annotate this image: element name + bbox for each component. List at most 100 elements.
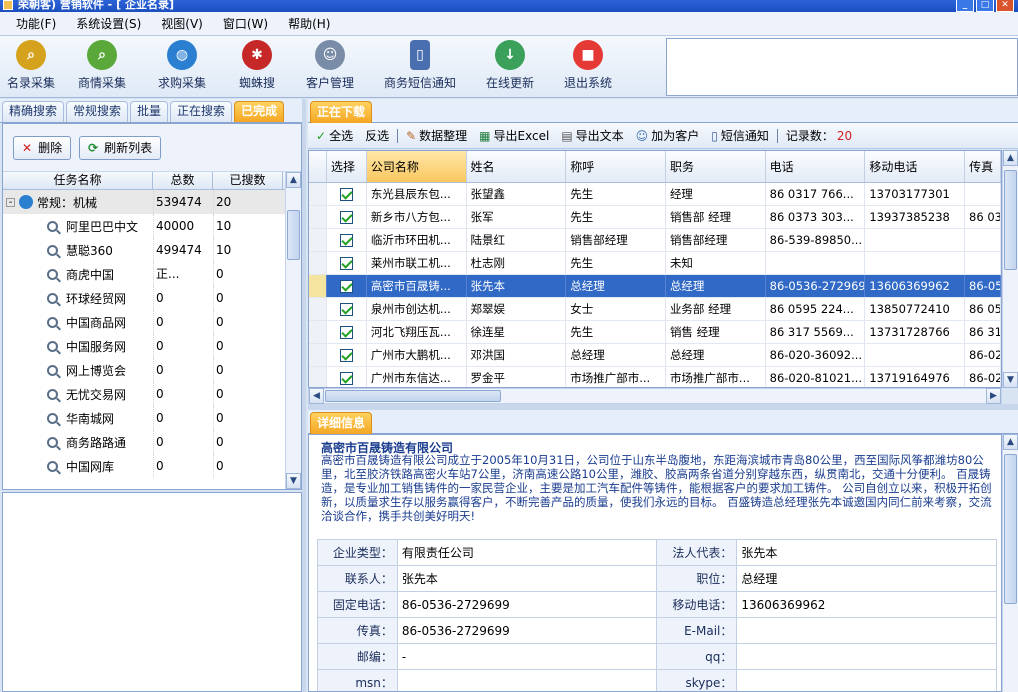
col-phone[interactable]: 电话 <box>766 151 866 182</box>
cell-mobile[interactable] <box>865 344 966 366</box>
menu-help[interactable]: 帮助(H) <box>280 15 338 32</box>
select-all-button[interactable]: ✓ 全选 <box>312 127 357 144</box>
row-header[interactable] <box>309 229 327 251</box>
col-title[interactable]: 称呼 <box>566 151 666 182</box>
checkbox-checked-icon[interactable] <box>339 303 353 316</box>
cell-name[interactable]: 邓洪国 <box>467 344 567 366</box>
checkbox-checked-icon[interactable] <box>339 257 353 270</box>
cell-phone[interactable]: 86 317 5569... <box>766 321 866 343</box>
cell-fax[interactable]: 86-020 <box>965 344 1001 366</box>
col-task-name[interactable]: 任务名称 <box>3 172 153 189</box>
cell-phone[interactable]: 86-0536-2729699 <box>766 275 866 297</box>
customer-manage-button[interactable]: ☺ 客户管理 <box>292 36 368 96</box>
row-header[interactable] <box>309 275 327 297</box>
scroll-down-icon[interactable]: ▼ <box>286 473 301 489</box>
cell-phone[interactable]: 86-020-81021... <box>766 367 866 387</box>
row-checkbox-cell[interactable] <box>327 183 367 205</box>
cell-title[interactable]: 总经理 <box>566 344 666 366</box>
checkbox-checked-icon[interactable] <box>339 280 353 293</box>
row-checkbox-cell[interactable] <box>327 344 367 366</box>
cell-title[interactable]: 总经理 <box>566 275 666 297</box>
cell-fax[interactable] <box>965 229 1001 251</box>
checkbox-checked-icon[interactable] <box>339 372 353 385</box>
add-customer-button[interactable]: ☺ 加为客户 <box>632 127 704 144</box>
col-fax[interactable]: 传真 <box>965 151 1001 182</box>
sms-notify-button[interactable]: ▯ 商务短信通知 <box>368 36 472 96</box>
cell-position[interactable]: 未知 <box>666 252 766 274</box>
cell-phone[interactable]: 86 0373 303... <box>766 206 866 228</box>
menu-function[interactable]: 功能(F) <box>8 15 64 32</box>
row-checkbox-cell[interactable] <box>327 206 367 228</box>
cell-name[interactable]: 张先本 <box>467 275 567 297</box>
cell-fax[interactable]: 86-020 <box>965 367 1001 387</box>
organize-data-button[interactable]: ✎ 数据整理 <box>402 127 471 144</box>
cell-name[interactable]: 杜志刚 <box>467 252 567 274</box>
tab-detail-info[interactable]: 详细信息 <box>310 412 373 434</box>
scroll-left-icon[interactable]: ◀ <box>309 388 324 404</box>
checkbox-checked-icon[interactable] <box>339 349 353 362</box>
exit-system-button[interactable]: ■ 退出系统 <box>548 36 628 96</box>
tree-item[interactable]: 商务路路通 0 0 <box>3 430 301 454</box>
table-row[interactable]: 莱州市联工机... 杜志刚 先生 未知 <box>309 252 1001 275</box>
table-row[interactable]: 广州市大鹏机...邓洪国总经理总经理86-020-36092...86-020 <box>309 344 1001 367</box>
cell-company[interactable]: 高密市百晟铸... <box>367 275 467 297</box>
cell-phone[interactable]: 86-539-89850... <box>766 229 866 251</box>
row-checkbox-cell[interactable] <box>327 321 367 343</box>
online-update-button[interactable]: ↓ 在线更新 <box>472 36 548 96</box>
task-tree-scrollbar[interactable]: ▲ ▼ <box>285 172 301 489</box>
cell-title[interactable]: 先生 <box>566 206 666 228</box>
export-text-button[interactable]: ▤ 导出文本 <box>557 127 627 144</box>
tab-completed[interactable]: 已完成 <box>234 101 285 122</box>
cell-name[interactable]: 郑翠娱 <box>467 298 567 320</box>
col-total[interactable]: 总数 <box>153 172 213 189</box>
table-row[interactable]: 高密市百晟铸... 张先本 总经理 总经理 86-0536-2729699 1360636… <box>309 275 1001 298</box>
cell-title[interactable]: 先生 <box>566 252 666 274</box>
cell-position[interactable]: 经理 <box>666 183 766 205</box>
delete-button[interactable]: ✕ 删除 <box>13 135 72 160</box>
vertical-splitter[interactable] <box>302 99 306 692</box>
cell-company[interactable]: 泉州市创达机... <box>367 298 467 320</box>
maximize-button[interactable]: □ <box>976 0 994 12</box>
cell-title[interactable]: 女士 <box>566 298 666 320</box>
cell-name[interactable]: 罗金平 <box>467 367 567 387</box>
col-position[interactable]: 职务 <box>666 151 766 182</box>
grid-vscroll[interactable]: ▲ ▼ <box>1002 150 1018 388</box>
table-row[interactable]: 泉州市创达机... 郑翠娱 女士 业务部 经理 86 0595 224... 138507… <box>309 298 1001 321</box>
tree-item[interactable]: 华南城网 0 0 <box>3 406 301 430</box>
tab-downloading[interactable]: 正在下载 <box>310 101 373 123</box>
cell-phone[interactable] <box>766 252 866 274</box>
col-name[interactable]: 姓名 <box>467 151 567 182</box>
row-checkbox-cell[interactable] <box>327 275 367 297</box>
tree-item[interactable]: 商虎中国 正... 0 <box>3 262 301 286</box>
row-header[interactable] <box>309 367 327 387</box>
tab-exact-search[interactable]: 精确搜索 <box>2 101 65 122</box>
hscroll-thumb[interactable] <box>325 390 501 402</box>
cell-name[interactable]: 张军 <box>467 206 567 228</box>
invert-select-button[interactable]: 反选 <box>361 127 393 144</box>
cell-fax[interactable] <box>965 183 1001 205</box>
cell-phone[interactable]: 86 0595 224... <box>766 298 866 320</box>
table-row[interactable]: 新乡市八方包... 张军 先生 销售部 经理 86 0373 303... 1393738… <box>309 206 1001 229</box>
tab-searching[interactable]: 正在搜索 <box>170 101 233 122</box>
cell-mobile[interactable]: 13850772410 <box>865 298 966 320</box>
cell-phone[interactable]: 86 0317 766... <box>766 183 866 205</box>
export-excel-button[interactable]: ▦ 导出Excel <box>475 127 553 144</box>
col-mobile[interactable]: 移动电话 <box>865 151 966 182</box>
checkbox-checked-icon[interactable] <box>339 188 353 201</box>
cell-position[interactable]: 销售部经理 <box>666 229 766 251</box>
cell-mobile[interactable] <box>865 252 966 274</box>
business-collect-button[interactable]: ⌕ 商情采集 <box>62 36 142 96</box>
tab-batch[interactable]: 批量 <box>130 101 169 122</box>
col-company-name[interactable]: 公司名称 <box>366 151 467 182</box>
table-row[interactable]: 临沂市环田机... 陆景红 销售部经理 销售部经理 86-539-89850... <box>309 229 1001 252</box>
scroll-right-icon[interactable]: ▶ <box>986 388 1001 404</box>
cell-title[interactable]: 市场推广部市... <box>566 367 666 387</box>
tree-item[interactable]: 网上博览会 0 0 <box>3 358 301 382</box>
cell-title[interactable]: 销售部经理 <box>566 229 666 251</box>
cell-fax[interactable]: 86 317 <box>965 321 1001 343</box>
row-header[interactable] <box>309 206 327 228</box>
collapse-toggle-icon[interactable]: - <box>6 197 15 207</box>
cell-mobile[interactable]: 13719164976 <box>865 367 966 387</box>
tree-item[interactable]: 阿里巴巴中文 40000 10 <box>3 214 301 238</box>
cell-company[interactable]: 临沂市环田机... <box>367 229 467 251</box>
